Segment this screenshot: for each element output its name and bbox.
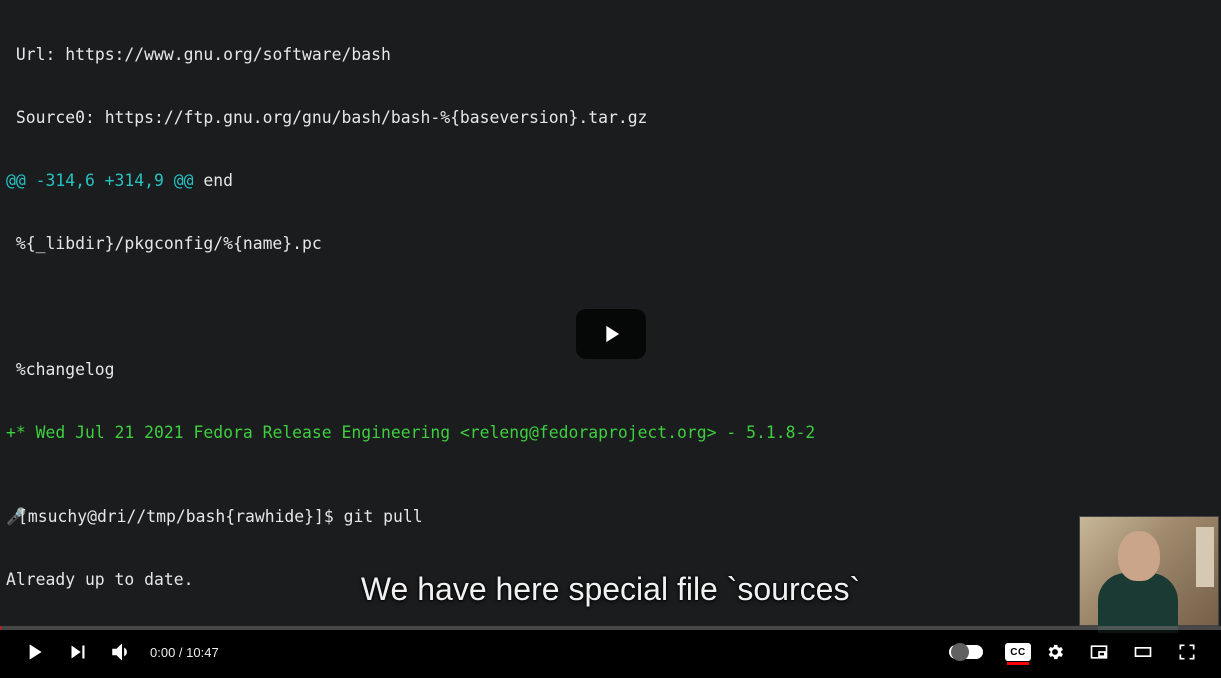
theater-icon (1133, 642, 1153, 662)
spec-libdir-line: %{_libdir}/pkgconfig/%{name}.pc (6, 233, 1215, 254)
next-icon (65, 639, 91, 665)
prompt-icon: 🎤 (6, 506, 18, 527)
spec-source0-label: Source0: (6, 108, 105, 127)
play-button[interactable] (14, 632, 54, 672)
time-display: 0:00 / 10:47 (150, 645, 219, 660)
cmd-git-pull: git pull (344, 507, 423, 526)
progress-fill (0, 626, 1, 630)
play-icon (21, 639, 47, 665)
miniplayer-button[interactable] (1079, 632, 1119, 672)
subtitles-button[interactable]: CC (1005, 643, 1031, 661)
video-caption: We have here special file `sources` (361, 571, 860, 608)
next-button[interactable] (58, 632, 98, 672)
volume-button[interactable] (102, 632, 142, 672)
fullscreen-button[interactable] (1167, 632, 1207, 672)
spec-url-label: Url: (6, 45, 65, 64)
theater-mode-button[interactable] (1123, 632, 1163, 672)
volume-icon (109, 639, 135, 665)
gear-icon (1045, 642, 1065, 662)
video-control-bar: 0:00 / 10:47 CC (0, 626, 1221, 678)
diff-hunk-header: @@ -314,6 +314,9 @@ (6, 171, 194, 190)
settings-button[interactable] (1035, 632, 1075, 672)
spec-source0: https://ftp.gnu.org/gnu/bash/bash-%{base… (105, 108, 648, 127)
play-overlay-button[interactable] (576, 309, 646, 359)
shell-prompt: [msuchy@dri//tmp/bash{rawhide}]$ (18, 507, 344, 526)
spec-url: https://www.gnu.org/software/bash (65, 45, 391, 64)
spec-changelog-header: %changelog (6, 359, 1215, 380)
autoplay-toggle[interactable] (949, 645, 983, 659)
progress-track[interactable] (0, 626, 1221, 630)
play-icon (597, 320, 625, 348)
presenter-webcam (1079, 516, 1219, 626)
miniplayer-icon (1089, 642, 1109, 662)
fullscreen-icon (1177, 642, 1197, 662)
spec-changelog-entry: Wed Jul 21 2021 Fedora Release Engineeri… (26, 423, 815, 442)
